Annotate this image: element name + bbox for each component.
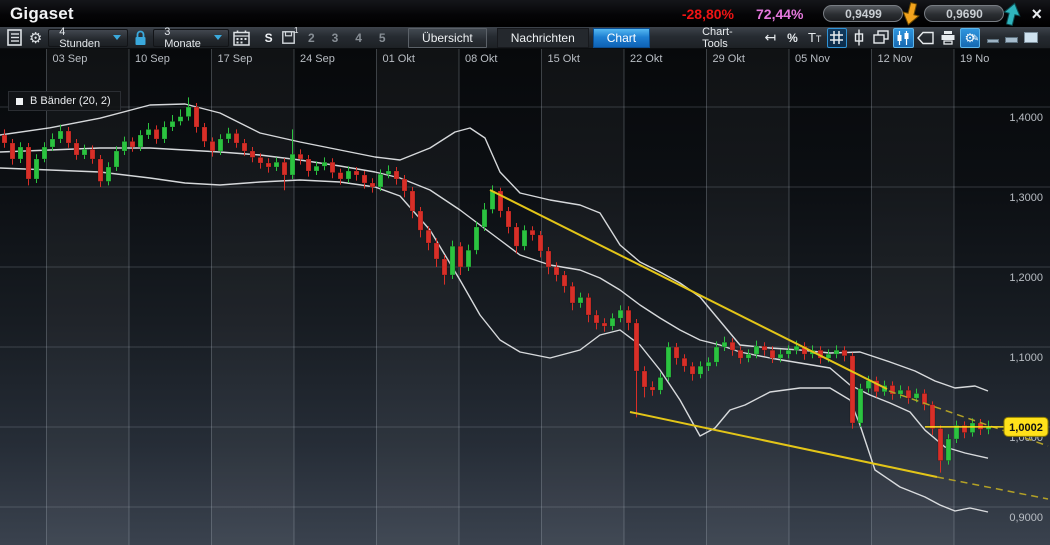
layout-2-button[interactable]: 2 bbox=[299, 31, 323, 45]
interval-dropdown[interactable]: 4 Stunden bbox=[48, 29, 128, 47]
chart-tools-label: Chart-Tools bbox=[702, 26, 753, 50]
layout-5-button[interactable]: 5 bbox=[370, 31, 394, 45]
tab-chart[interactable]: Chart bbox=[593, 28, 650, 48]
title-bar-right: -28,80% 72,44% 0,9499 0,9690 × bbox=[682, 2, 1042, 26]
trading-app-window: Gigaset -28,80% 72,44% 0,9499 0,9690 × bbox=[0, 0, 1050, 545]
undo-arrow-icon: ↤ bbox=[764, 29, 776, 46]
instrument-title: Gigaset bbox=[10, 4, 74, 24]
layout-medium-icon[interactable] bbox=[1005, 37, 1018, 43]
svg-text:24 Sep: 24 Sep bbox=[300, 53, 335, 65]
candle-tool-button[interactable] bbox=[849, 28, 869, 48]
calendar-icon bbox=[233, 30, 250, 46]
layout-maximize-icon[interactable] bbox=[1024, 32, 1038, 43]
windows-cascade-button[interactable] bbox=[871, 28, 891, 48]
template-s-button[interactable]: S bbox=[260, 31, 278, 45]
candlestick-icon bbox=[852, 29, 866, 46]
change-percent-negative: -28,80% bbox=[682, 6, 734, 22]
view-tabs: Übersicht Nachrichten Chart bbox=[408, 28, 650, 48]
svg-text:19 No: 19 No bbox=[960, 53, 989, 65]
printer-icon bbox=[940, 30, 956, 45]
range-dropdown[interactable]: 3 Monate bbox=[153, 29, 229, 47]
title-bar: Gigaset -28,80% 72,44% 0,9499 0,9690 × bbox=[0, 0, 1050, 27]
price-label-button[interactable] bbox=[916, 28, 936, 48]
interval-dropdown-value: 4 Stunden bbox=[59, 26, 103, 50]
tab-nachrichten[interactable]: Nachrichten bbox=[497, 28, 589, 48]
svg-text:1,2000: 1,2000 bbox=[1009, 272, 1043, 284]
svg-text:01 Okt: 01 Okt bbox=[383, 53, 415, 65]
svg-text:1,0002: 1,0002 bbox=[1009, 422, 1043, 434]
svg-text:1,4000: 1,4000 bbox=[1009, 112, 1043, 124]
list-icon bbox=[7, 29, 23, 46]
save-layout-number: 1 bbox=[294, 26, 298, 35]
window-size-controls bbox=[981, 32, 1038, 43]
chart-candles-icon bbox=[895, 30, 911, 46]
svg-text:10 Sep: 10 Sep bbox=[135, 53, 170, 65]
price-chart-area[interactable]: 1,40001,30001,20001,10001,00000,900003 S… bbox=[0, 49, 1050, 545]
indicator-badge[interactable]: B Bänder (20, 2) bbox=[8, 91, 121, 111]
gear-icon: ⚙ bbox=[29, 29, 42, 47]
percent-scale-button[interactable]: % bbox=[782, 28, 802, 48]
chevron-down-icon bbox=[113, 35, 121, 40]
text-tool-icon: TT bbox=[808, 30, 821, 45]
svg-text:15 Okt: 15 Okt bbox=[548, 53, 580, 65]
print-button[interactable] bbox=[938, 28, 958, 48]
undo-button[interactable]: ↤ bbox=[760, 28, 780, 48]
arrow-up-icon bbox=[1001, 2, 1023, 26]
price-tag-icon bbox=[917, 31, 934, 45]
chart-toolbar: ⚙ 4 Stunden 3 Monate bbox=[0, 27, 1050, 49]
settings-button[interactable]: ⚙ bbox=[26, 28, 45, 47]
close-button[interactable]: × bbox=[1031, 5, 1042, 23]
chart-settings-button[interactable]: ⚙✎ bbox=[960, 28, 980, 48]
watchlist-button[interactable] bbox=[5, 28, 24, 47]
indicator-swatch-icon bbox=[16, 98, 23, 105]
range-dropdown-value: 3 Monate bbox=[164, 26, 204, 50]
arrow-down-icon bbox=[900, 2, 922, 26]
lock-icon bbox=[134, 30, 147, 46]
svg-text:08 Okt: 08 Okt bbox=[465, 53, 497, 65]
save-layout-1-button[interactable]: 1 bbox=[278, 28, 300, 47]
percent-icon: % bbox=[787, 31, 798, 45]
text-annotation-button[interactable]: TT bbox=[805, 28, 825, 48]
chart-type-button[interactable] bbox=[893, 28, 913, 48]
svg-text:17 Sep: 17 Sep bbox=[218, 53, 253, 65]
bid-price-button[interactable]: 0,9499 bbox=[823, 5, 903, 22]
svg-text:1,1000: 1,1000 bbox=[1009, 352, 1043, 364]
svg-text:0,9000: 0,9000 bbox=[1009, 512, 1043, 524]
lock-button[interactable] bbox=[131, 28, 150, 47]
ask-price-button[interactable]: 0,9690 bbox=[924, 5, 1004, 22]
cascade-windows-icon bbox=[873, 30, 889, 45]
gear-pencil-icon: ⚙✎ bbox=[965, 31, 976, 45]
svg-text:05 Nov: 05 Nov bbox=[795, 53, 830, 65]
calendar-button[interactable] bbox=[232, 28, 251, 47]
svg-text:03 Sep: 03 Sep bbox=[53, 53, 88, 65]
svg-text:12 Nov: 12 Nov bbox=[878, 53, 913, 65]
change-percent-positive: 72,44% bbox=[756, 6, 803, 22]
indicator-label: B Bänder (20, 2) bbox=[30, 95, 111, 107]
chevron-down-icon bbox=[214, 35, 222, 40]
candlestick-chart[interactable]: 1,40001,30001,20001,10001,00000,900003 S… bbox=[0, 49, 1050, 545]
layout-4-button[interactable]: 4 bbox=[347, 31, 371, 45]
tab-uebersicht[interactable]: Übersicht bbox=[408, 28, 487, 48]
svg-text:1,3000: 1,3000 bbox=[1009, 192, 1043, 204]
layout-small-icon[interactable] bbox=[987, 39, 999, 43]
grid-toggle-button[interactable] bbox=[827, 28, 847, 48]
svg-text:29 Okt: 29 Okt bbox=[713, 53, 745, 65]
layout-3-button[interactable]: 3 bbox=[323, 31, 347, 45]
grid-icon bbox=[829, 30, 844, 45]
svg-text:22 Okt: 22 Okt bbox=[630, 53, 662, 65]
